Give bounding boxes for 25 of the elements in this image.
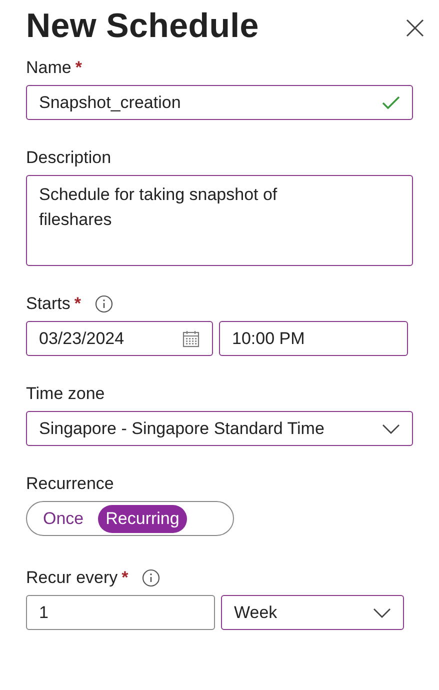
field-label: Description xyxy=(26,148,112,168)
name-field[interactable]: Snapshot_creation xyxy=(26,85,413,120)
chevron-down-icon xyxy=(373,608,391,618)
field-label: Recur every xyxy=(26,568,118,588)
interval-field[interactable]: 1 xyxy=(26,595,215,630)
required-asterisk: * xyxy=(75,58,82,78)
required-asterisk: * xyxy=(74,294,82,314)
chevron-down-icon xyxy=(382,424,400,434)
panel-title: New Schedule xyxy=(26,6,259,46)
date-field[interactable]: 03/23/2024 xyxy=(26,321,213,356)
field-label: Time zone xyxy=(26,384,105,404)
time-zone-dropdown[interactable]: Singapore - Singapore Standard Time xyxy=(26,411,413,446)
required-asterisk: * xyxy=(122,568,128,588)
field-label: Name xyxy=(26,58,72,78)
field-label: Recurrence xyxy=(26,474,114,494)
close-icon[interactable] xyxy=(405,18,425,38)
info-icon[interactable] xyxy=(95,295,114,313)
field-label: Starts xyxy=(26,294,70,314)
calendar-icon[interactable] xyxy=(182,330,200,348)
unit-dropdown[interactable]: Week xyxy=(221,595,404,630)
recurrence-option[interactable]: Recurring xyxy=(98,504,188,532)
description-field[interactable]: Schedule for taking snapshot of fileshares xyxy=(26,175,413,266)
recurrence-option[interactable]: Once xyxy=(37,504,90,532)
time-field[interactable]: 10:00 PM xyxy=(219,321,408,356)
info-icon[interactable] xyxy=(142,569,160,587)
